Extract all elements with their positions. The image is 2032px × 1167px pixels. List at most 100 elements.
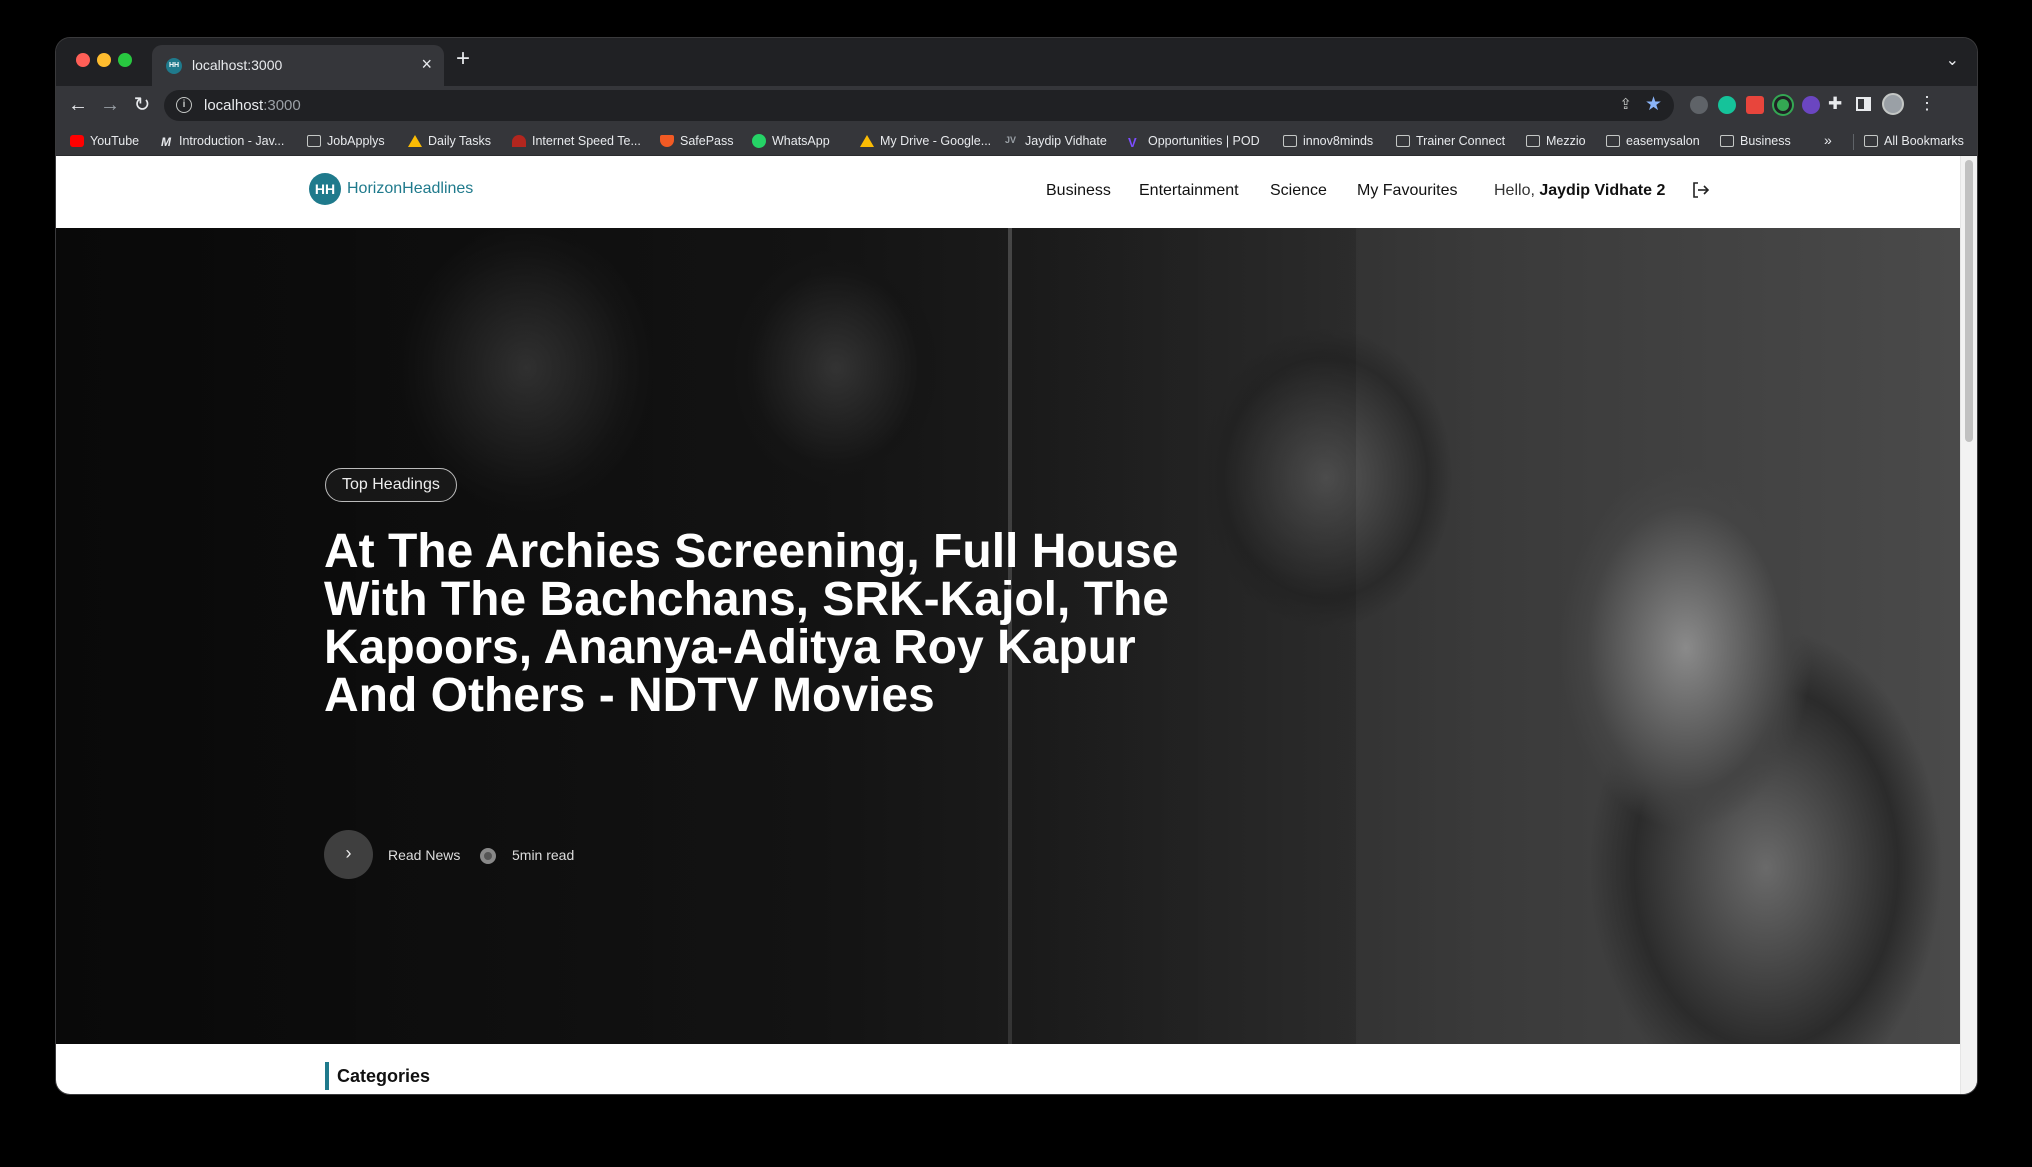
address-bar[interactable]: i localhost:3000 ⇪ ★ — [164, 90, 1674, 121]
site-info-icon[interactable]: i — [176, 97, 192, 113]
bookmark-item[interactable]: Mezzio — [1526, 132, 1586, 150]
bookmark-star-icon[interactable]: ★ — [1645, 93, 1662, 116]
logout-icon[interactable] — [1690, 180, 1710, 200]
green-ring-extension-icon[interactable] — [1774, 96, 1792, 114]
bookmark-item[interactable]: SafePass — [660, 132, 734, 150]
scrollbar-thumb[interactable] — [1965, 160, 1973, 442]
tab-search-icon[interactable]: ⌄ — [1946, 50, 1959, 70]
bookmark-label: SafePass — [680, 134, 734, 148]
bookmark-item[interactable]: JV Jaydip Vidhate — [1005, 132, 1107, 150]
tab-strip: HH localhost:3000 × + ⌄ — [56, 38, 1977, 86]
tab-close-icon[interactable]: × — [421, 54, 432, 74]
reload-icon[interactable]: ↻ — [130, 92, 154, 118]
folder-icon — [1526, 135, 1540, 147]
categories-heading: Categories — [325, 1062, 430, 1090]
bookmark-label: WhatsApp — [772, 134, 830, 148]
bookmark-label: My Drive - Google... — [880, 134, 992, 148]
jv-icon: JV — [1005, 135, 1017, 145]
hero-banner[interactable]: Top Headings At The Archies Screening, F… — [56, 228, 1960, 1044]
back-arrow-icon[interactable]: ← — [66, 92, 90, 118]
read-time: 5min read — [512, 847, 575, 863]
v-icon: V — [1128, 135, 1137, 150]
bookmark-label: easemysalon — [1626, 134, 1700, 148]
site-header: HH HorizonHeadlines Business Entertainme… — [56, 156, 1960, 228]
nav-my-favourites[interactable]: My Favourites — [1357, 182, 1457, 200]
browser-toolbar: ← → ↻ i localhost:3000 ⇪ ★ ✚ ⋮ — [56, 86, 1977, 125]
bookmark-label: Mezzio — [1546, 134, 1586, 148]
youtube-icon — [70, 135, 84, 147]
close-window-button[interactable] — [76, 53, 90, 67]
bookmark-label: JobApplys — [327, 134, 385, 148]
folder-icon — [1283, 135, 1297, 147]
user-name: Jaydip Vidhate 2 — [1539, 182, 1666, 199]
drive-icon — [408, 135, 422, 147]
forward-arrow-icon[interactable]: → — [98, 92, 122, 118]
nav-business[interactable]: Business — [1046, 182, 1111, 200]
maximize-window-button[interactable] — [118, 53, 132, 67]
bookmark-label: Daily Tasks — [428, 134, 491, 148]
url-port: :3000 — [263, 97, 301, 114]
bookmark-item[interactable]: innov8minds — [1283, 132, 1373, 150]
bookmark-item[interactable]: JobApplys — [307, 132, 385, 150]
bookmark-label: YouTube — [90, 134, 140, 148]
bookmarks-divider — [1853, 134, 1854, 150]
adblock-extension-icon[interactable] — [1690, 96, 1708, 114]
bookmarks-overflow-icon[interactable]: » — [1824, 132, 1832, 148]
nav-science[interactable]: Science — [1270, 182, 1327, 200]
folder-icon — [1720, 135, 1734, 147]
bookmark-label: innov8minds — [1303, 134, 1374, 148]
address-url[interactable]: localhost:3000 — [204, 97, 301, 114]
read-news-label[interactable]: Read News — [388, 847, 460, 863]
shield-icon — [660, 135, 674, 147]
bookmark-item[interactable]: My Drive - Google... — [860, 132, 991, 150]
share-icon[interactable]: ⇪ — [1619, 95, 1632, 113]
bookmark-label: Internet Speed Te... — [532, 134, 641, 148]
greeting-prefix: Hello, — [1494, 182, 1540, 199]
browser-tab[interactable]: HH localhost:3000 × — [152, 45, 444, 86]
bookmark-item[interactable]: easemysalon — [1606, 132, 1700, 150]
all-bookmarks-label: All Bookmarks — [1884, 134, 1964, 148]
tab-title: localhost:3000 — [192, 57, 283, 73]
speedometer-icon — [512, 135, 526, 147]
bookmark-item[interactable]: M Introduction - Jav... — [159, 132, 284, 150]
minimize-window-button[interactable] — [97, 53, 111, 67]
bookmark-item[interactable]: YouTube — [70, 132, 139, 150]
bookmark-item[interactable]: Daily Tasks — [408, 132, 491, 150]
read-news-button[interactable]: › — [324, 830, 373, 879]
folder-icon — [307, 135, 321, 147]
hero-tag: Top Headings — [325, 468, 457, 502]
logo-text: HorizonHeadlines — [347, 180, 474, 197]
red-extension-icon[interactable] — [1746, 96, 1764, 114]
bookmark-item[interactable]: Internet Speed Te... — [512, 132, 641, 150]
site-logo[interactable]: HH HorizonHeadlines — [309, 173, 473, 205]
bookmark-label: Trainer Connect — [1416, 134, 1506, 148]
url-host: localhost — [204, 97, 264, 114]
all-bookmarks-button[interactable]: All Bookmarks — [1864, 132, 1964, 150]
whatsapp-icon — [752, 134, 766, 148]
folder-icon — [1864, 135, 1878, 147]
tab-favicon-icon: HH — [166, 58, 182, 74]
grammarly-extension-icon[interactable] — [1718, 96, 1736, 114]
extensions-puzzle-icon[interactable]: ✚ — [1828, 94, 1842, 114]
bookmarks-bar: YouTube M Introduction - Jav... JobApplys… — [56, 125, 1977, 156]
hero-headline[interactable]: At The Archies Screening, Full House Wit… — [324, 528, 1224, 720]
bookmark-item[interactable]: Business — [1720, 132, 1791, 150]
side-panel-icon[interactable] — [1856, 97, 1871, 111]
dot-separator-icon — [480, 848, 496, 864]
bookmark-label: Business — [1740, 134, 1791, 148]
nav-entertainment[interactable]: Entertainment — [1139, 182, 1239, 200]
browser-window: HH localhost:3000 × + ⌄ ← → ↻ i localhos… — [56, 38, 1977, 1094]
page-scrollbar[interactable] — [1960, 156, 1977, 1094]
bookmark-label: Jaydip Vidhate — [1025, 134, 1107, 148]
browser-menu-icon[interactable]: ⋮ — [1918, 92, 1936, 114]
purple-extension-icon[interactable] — [1802, 96, 1820, 114]
bookmark-item[interactable]: WhatsApp — [752, 132, 830, 150]
profile-avatar[interactable] — [1882, 93, 1904, 115]
new-tab-button[interactable]: + — [456, 47, 470, 71]
logo-badge: HH — [309, 173, 341, 205]
user-greeting: Hello, Jaydip Vidhate 2 — [1494, 182, 1665, 200]
drive-icon — [860, 135, 874, 147]
folder-icon — [1606, 135, 1620, 147]
bookmark-item[interactable]: V Opportunities | POD — [1128, 132, 1260, 150]
bookmark-item[interactable]: Trainer Connect — [1396, 132, 1505, 150]
